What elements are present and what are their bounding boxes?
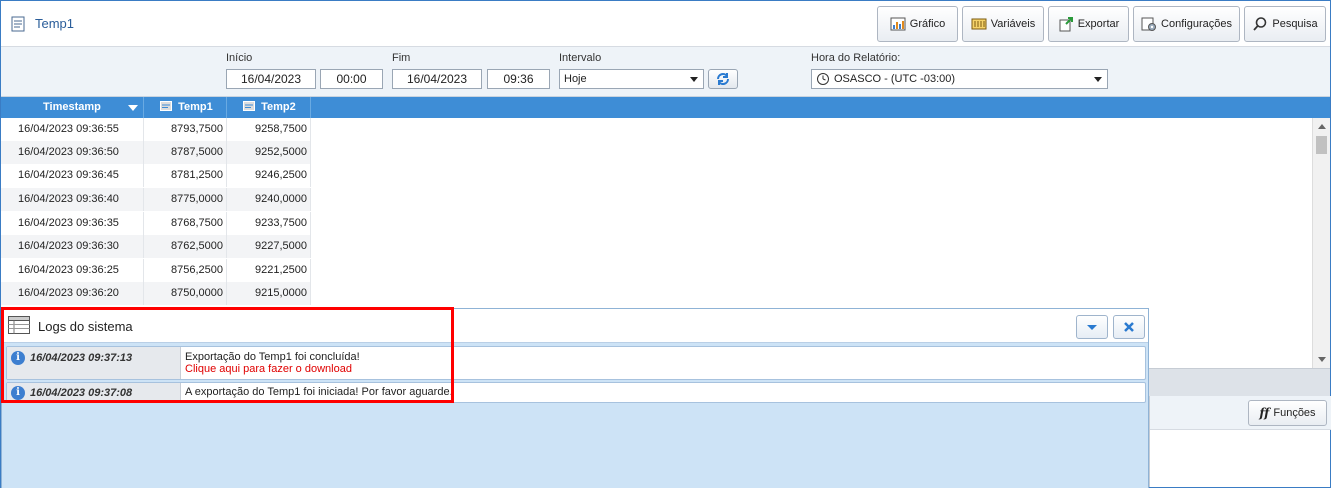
column-header-temp1[interactable]: Temp1 [144,97,227,118]
app-window: Temp1 Gráfico Variáveis Exportar Configu… [0,0,1331,488]
table-row[interactable]: 16/04/2023 09:36:40 8775,0000 9240,0000 [1,188,311,211]
start-date-input[interactable]: 16/04/2023 [226,69,316,89]
chart-icon [890,17,906,31]
chevron-down-icon [690,77,698,82]
column-header-temp2[interactable]: Temp2 [227,97,311,118]
clock-icon [817,73,829,85]
end-date-input[interactable]: 16/04/2023 [392,69,482,89]
chevron-down-icon [1094,77,1102,82]
table-row[interactable]: 16/04/2023 09:36:50 8787,5000 9252,5000 [1,141,311,164]
table-row[interactable]: 16/04/2023 09:36:20 8750,0000 9215,0000 [1,282,311,305]
end-time-input[interactable]: 09:36 [487,69,550,89]
functions-button-label: Funções [1273,407,1316,419]
table-row[interactable]: 16/04/2023 09:36:55 8793,7500 9258,7500 [1,118,311,141]
vertical-scrollbar[interactable] [1312,118,1330,368]
settings-button[interactable]: Configurações [1133,6,1240,42]
table-row[interactable]: 16/04/2023 09:36:25 8756,2500 9221,2500 [1,259,311,282]
sort-desc-icon [128,105,138,111]
start-label: Início [226,52,253,64]
highlight-box [1,307,454,403]
interval-value: Hoje [564,73,587,85]
functions-panel: ff Funções [1149,396,1331,487]
close-icon [1124,322,1134,332]
page-title: Temp1 [35,16,75,31]
interval-label: Intervalo [559,52,602,64]
refresh-button[interactable] [708,69,738,89]
scroll-down-icon[interactable] [1318,357,1326,362]
collapse-logs-button[interactable] [1076,315,1108,339]
search-button[interactable]: Pesquisa [1244,6,1326,42]
export-button-label: Exportar [1077,18,1120,30]
column-header-timestamp[interactable]: Timestamp [15,97,144,118]
chevron-down-icon [1087,325,1097,330]
search-icon [1253,17,1267,31]
settings-button-label: Configurações [1161,18,1232,30]
header-bar: Temp1 Gráfico Variáveis Exportar Configu… [1,1,1330,47]
end-label: Fim [392,52,411,64]
variables-button[interactable]: Variáveis [962,6,1044,42]
tag-icon [243,101,255,111]
chart-button-label: Gráfico [909,18,946,30]
timezone-value: OSASCO - (UTC -03:00) [834,73,956,85]
interval-select[interactable]: Hoje [559,69,704,89]
export-icon [1059,17,1073,32]
functions-toolbar: ff Funções [1150,396,1331,430]
report-icon [11,16,25,32]
tag-icon [160,101,172,111]
chart-button[interactable]: Gráfico [877,6,958,42]
function-icon: ff [1259,406,1270,420]
start-time-input[interactable]: 00:00 [320,69,383,89]
grid-header: Timestamp Temp1 Temp2 [1,97,1330,118]
timezone-select[interactable]: OSASCO - (UTC -03:00) [811,69,1108,89]
search-button-label: Pesquisa [1272,18,1318,30]
close-logs-button[interactable] [1113,315,1145,339]
scroll-up-icon[interactable] [1318,124,1326,129]
table-row[interactable]: 16/04/2023 09:36:35 8768,7500 9233,7500 [1,212,311,235]
settings-icon [1141,17,1157,31]
table-row[interactable]: 16/04/2023 09:36:30 8762,5000 9227,5000 [1,235,311,258]
refresh-icon [717,73,729,85]
table-row[interactable]: 16/04/2023 09:36:45 8781,2500 9246,2500 [1,164,311,187]
functions-button[interactable]: ff Funções [1248,400,1327,426]
variables-button-label: Variáveis [990,18,1036,30]
variables-icon [971,18,987,30]
scroll-thumb[interactable] [1316,136,1327,154]
filter-bar: Início 16/04/2023 00:00 Fim 16/04/2023 0… [1,47,1330,97]
report-time-label: Hora do Relatório: [811,52,901,64]
export-button[interactable]: Exportar [1048,6,1129,42]
